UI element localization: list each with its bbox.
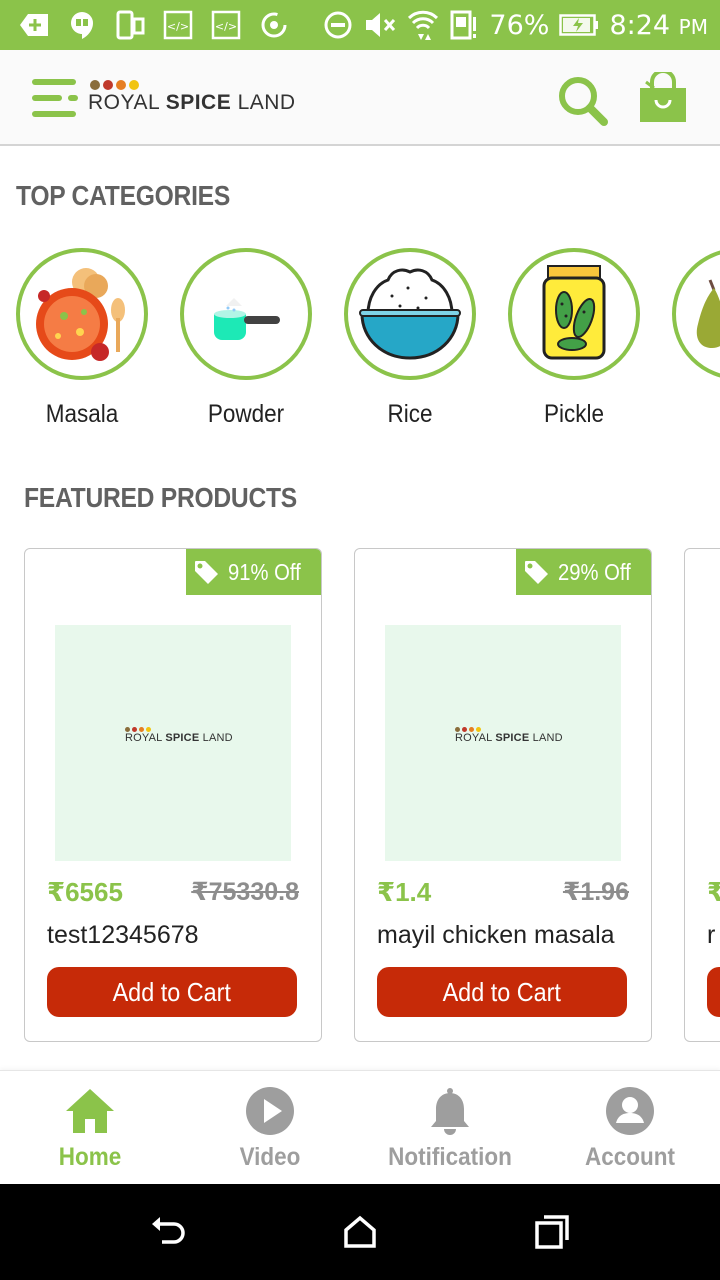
code-icon: </> bbox=[162, 9, 194, 41]
bell-icon bbox=[424, 1085, 476, 1137]
battery-charging-icon bbox=[559, 14, 599, 36]
category-label: Pickle bbox=[543, 400, 605, 428]
battery-percent: 76% bbox=[489, 9, 550, 41]
product-name[interactable]: mayil chicken masala bbox=[377, 921, 615, 950]
product-image[interactable]: ROYAL SPICE LAND bbox=[385, 625, 621, 861]
app-bar: ROYAL SPICE LAND bbox=[0, 50, 720, 146]
product-price: ₹1.4 bbox=[377, 877, 432, 907]
home-icon bbox=[64, 1085, 116, 1137]
back-icon[interactable] bbox=[148, 1212, 188, 1252]
recents-icon[interactable] bbox=[532, 1212, 572, 1252]
search-icon[interactable] bbox=[556, 74, 610, 126]
category-item-pickle[interactable]: Pickle bbox=[508, 248, 640, 429]
menu-icon[interactable] bbox=[30, 75, 82, 121]
sync-icon bbox=[258, 9, 290, 41]
logo-dots bbox=[90, 80, 296, 90]
masala-icon bbox=[16, 248, 148, 380]
product-list[interactable]: 91% Off ROYAL SPICE LAND ₹6565 ₹75330.8 … bbox=[0, 548, 720, 1048]
powder-icon bbox=[180, 248, 312, 380]
nav-notification[interactable]: Notification bbox=[360, 1085, 540, 1172]
logo-dot bbox=[129, 80, 139, 90]
category-label: Rice bbox=[387, 400, 433, 428]
section-title-categories: TOP CATEGORIES bbox=[16, 180, 231, 211]
nav-video[interactable]: Video bbox=[180, 1085, 360, 1172]
product-name[interactable]: test12345678 bbox=[47, 921, 199, 950]
nav-label: Video bbox=[239, 1143, 301, 1171]
product-name[interactable]: r bbox=[707, 921, 715, 950]
category-item-masala[interactable]: Masala bbox=[16, 248, 148, 429]
svg-text:</>: </> bbox=[215, 20, 237, 33]
nav-home[interactable]: Home bbox=[0, 1085, 180, 1172]
home-button-icon[interactable] bbox=[340, 1212, 380, 1252]
devices-icon bbox=[114, 9, 146, 41]
sim-alert-icon bbox=[450, 10, 477, 40]
bottom-navigation: Home Video Notification Account bbox=[0, 1070, 720, 1184]
add-notification-icon bbox=[18, 9, 50, 41]
svg-text:</>: </> bbox=[167, 20, 189, 33]
product-image-logo: ROYAL SPICE LAND bbox=[455, 727, 563, 744]
nav-account[interactable]: Account bbox=[540, 1085, 720, 1172]
dnd-icon bbox=[324, 11, 352, 39]
category-label: Powder bbox=[207, 400, 285, 428]
product-original-price: ₹1.96 bbox=[562, 878, 629, 906]
category-label: Masala bbox=[45, 400, 119, 428]
shopping-bag-icon[interactable] bbox=[636, 69, 690, 126]
category-item-rice[interactable]: Rice bbox=[344, 248, 476, 429]
product-image[interactable]: ROYAL SPICE LAND bbox=[55, 625, 291, 861]
account-icon bbox=[604, 1085, 656, 1137]
product-original-price: ₹75330.8 bbox=[191, 878, 299, 906]
clock: 8:24 PM bbox=[609, 9, 708, 41]
add-to-cart-button[interactable]: Add to Cart bbox=[377, 967, 627, 1017]
product-price: ₹6565 bbox=[47, 877, 123, 907]
category-item-fruit[interactable]: F bbox=[672, 248, 720, 429]
section-title-featured: FEATURED PRODUCTS bbox=[24, 482, 297, 513]
category-item-powder[interactable]: Powder bbox=[180, 248, 312, 429]
code-icon: </> bbox=[210, 9, 242, 41]
hangouts-icon bbox=[66, 9, 98, 41]
brand-name: ROYAL SPICE LAND bbox=[88, 91, 296, 114]
rice-icon bbox=[344, 248, 476, 380]
product-card[interactable]: 91% Off ROYAL SPICE LAND ₹6565 ₹75330.8 … bbox=[24, 548, 322, 1042]
nav-label: Account bbox=[585, 1143, 675, 1171]
product-image-logo: ROYAL SPICE LAND bbox=[125, 727, 233, 744]
status-bar: </> </> 76% 8:24 PM bbox=[0, 0, 720, 50]
logo-dot bbox=[90, 80, 100, 90]
logo-dot bbox=[116, 80, 126, 90]
nav-label: Home bbox=[58, 1143, 122, 1171]
logo-dot bbox=[103, 80, 113, 90]
play-icon bbox=[244, 1085, 296, 1137]
pickle-icon bbox=[508, 248, 640, 380]
mute-icon bbox=[366, 13, 396, 37]
price-tag-icon bbox=[525, 561, 549, 584]
wifi-icon bbox=[408, 10, 439, 40]
discount-badge: 91% Off bbox=[186, 549, 321, 595]
add-to-cart-button[interactable]: Add to Cart bbox=[47, 967, 297, 1017]
product-card[interactable]: 29% Off ROYAL SPICE LAND ₹1.4 ₹1.96 mayi… bbox=[354, 548, 652, 1042]
fruit-icon bbox=[672, 248, 720, 380]
category-list[interactable]: Masala Powder Rice Pickle bbox=[16, 248, 720, 438]
system-navigation-bar bbox=[0, 1184, 720, 1280]
brand-logo: ROYAL SPICE LAND bbox=[88, 80, 296, 120]
product-card[interactable]: ₹ r bbox=[684, 548, 720, 1042]
product-price: ₹ bbox=[707, 877, 720, 908]
discount-badge: 29% Off bbox=[516, 549, 651, 595]
add-to-cart-button[interactable] bbox=[707, 967, 720, 1017]
nav-label: Notification bbox=[388, 1143, 512, 1171]
category-label: F bbox=[679, 400, 720, 429]
price-tag-icon bbox=[195, 561, 219, 584]
